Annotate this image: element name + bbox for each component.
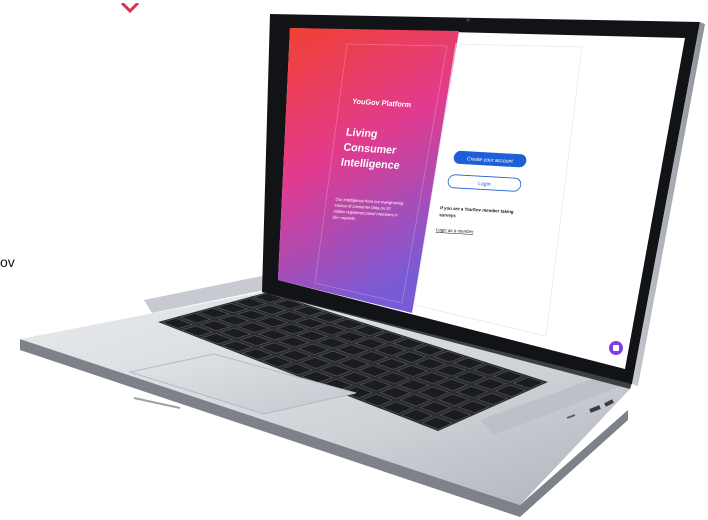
chat-icon <box>613 345 619 351</box>
camera-icon <box>466 18 470 22</box>
member-text-line-2: surveys <box>439 212 457 218</box>
laptop-illustration: YouGov Platform Living Consumer Intellig… <box>20 14 705 517</box>
headline-line-1: Living <box>345 126 378 140</box>
login-label: Login <box>478 181 491 188</box>
